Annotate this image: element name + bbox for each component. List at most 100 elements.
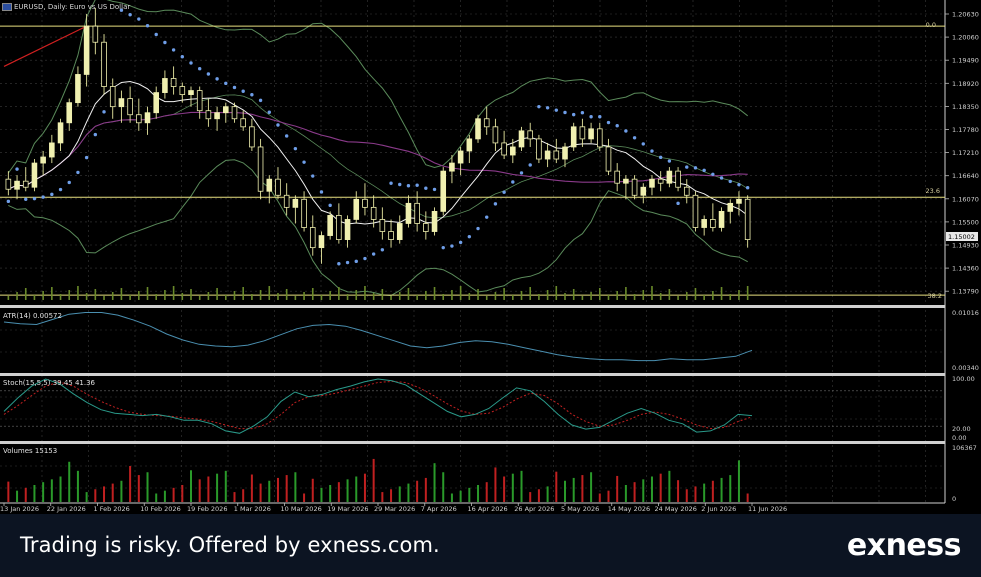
candle-body xyxy=(249,126,255,148)
volume-bar xyxy=(50,479,53,502)
price-tick-label: 1.17210 xyxy=(952,149,979,157)
sar-dot xyxy=(363,256,367,261)
date-axis: 13 Jan 2026 22 Jan 2026 1 Feb 2026 10 Feb 2… xyxy=(0,503,787,513)
sar-dot xyxy=(337,262,341,266)
sar-dot xyxy=(502,190,506,194)
volume-bar xyxy=(677,480,680,502)
main-volume-bar xyxy=(155,294,158,300)
volume-bar xyxy=(181,485,184,502)
chart-canvas[interactable]: EURUSD, Daily: Euro vs US Dollar ATR(14)… xyxy=(0,0,981,514)
date-tick-label: 11 Jun 2026 xyxy=(748,505,787,513)
candle-body xyxy=(492,126,499,144)
main-volume-bar xyxy=(746,286,749,300)
sar-dot xyxy=(737,182,741,187)
sar-dot xyxy=(632,136,637,140)
main-volume-bar xyxy=(668,289,671,300)
sar-dot xyxy=(511,180,515,184)
candle-body xyxy=(475,118,481,140)
volume-bar xyxy=(242,489,245,502)
main-volume-bar xyxy=(77,286,79,300)
candle-body xyxy=(405,202,412,224)
volume-bar xyxy=(398,486,401,502)
candle-body xyxy=(196,90,203,112)
candle-body xyxy=(718,210,725,228)
main-volume-bar xyxy=(425,291,427,300)
candle-body xyxy=(423,223,429,232)
volume-bar xyxy=(624,485,627,502)
volume-bar xyxy=(529,492,532,502)
volume-bar xyxy=(546,486,549,502)
volume-bar xyxy=(511,473,514,502)
main-volume-bar xyxy=(538,294,540,300)
volume-bar xyxy=(424,477,427,502)
candle-body xyxy=(510,146,516,156)
main-volume-bar xyxy=(103,296,105,300)
candle-body xyxy=(457,150,464,164)
main-volume-bar xyxy=(598,288,601,300)
candle-body xyxy=(49,142,55,158)
main-volume-bar xyxy=(381,289,384,300)
volume-bar xyxy=(468,487,471,502)
sar-dot xyxy=(441,245,445,250)
volume-bar xyxy=(642,479,645,502)
volume-bar xyxy=(198,479,201,502)
sar-dot xyxy=(180,54,185,59)
candle-body xyxy=(344,219,351,240)
date-tick-label: 1 Mar 2026 xyxy=(234,505,271,513)
volume-bar xyxy=(720,477,723,502)
chart-title: EURUSD, Daily: Euro vs US Dollar xyxy=(14,3,130,11)
sar-dot xyxy=(719,176,724,180)
sar-dot xyxy=(189,61,193,65)
sar-dot xyxy=(293,146,298,151)
date-tick-label: 19 Mar 2026 xyxy=(327,505,368,513)
volume-bar xyxy=(59,476,62,502)
price-tick-label: 1.15500 xyxy=(952,218,979,226)
sar-dot xyxy=(615,123,619,128)
volume-bar xyxy=(555,471,558,502)
main-volume-bar xyxy=(459,286,462,300)
date-tick-label: 14 May 2026 xyxy=(608,505,650,513)
main-volume-bar xyxy=(120,288,123,300)
atr-axis-top: 0.01016 xyxy=(952,309,979,317)
sar-dot xyxy=(476,226,480,231)
main-volume-bar xyxy=(164,290,166,300)
sar-dot xyxy=(398,182,402,187)
candle-body xyxy=(744,198,751,240)
sar-dot xyxy=(606,120,611,125)
sar-dot xyxy=(102,110,106,114)
candle-body xyxy=(222,106,229,114)
candle-body xyxy=(701,219,707,228)
candle-body xyxy=(275,178,281,196)
fib-label-23-6: 23.6 xyxy=(926,187,940,195)
price-tick-label: 1.20630 xyxy=(952,11,979,19)
date-tick-label: 26 Apr 2026 xyxy=(514,505,554,513)
volume-bar xyxy=(659,473,662,502)
volume-bar xyxy=(268,480,271,502)
main-volume-bar xyxy=(503,288,505,300)
candle-body xyxy=(266,178,273,192)
main-volume-bar xyxy=(555,286,558,300)
candle-body xyxy=(66,102,73,124)
volume-bar xyxy=(190,470,192,502)
volume-bar xyxy=(329,485,332,502)
date-tick-label: 10 Mar 2026 xyxy=(281,505,322,513)
volume-bar xyxy=(494,467,497,502)
candle-body xyxy=(414,202,420,224)
separator-main-atr xyxy=(0,305,945,308)
sar-dot xyxy=(745,186,750,190)
sar-dot xyxy=(685,165,689,169)
volume-bar xyxy=(250,474,253,502)
main-volume-bar xyxy=(129,295,131,300)
volume-bar xyxy=(311,478,314,502)
sar-dot xyxy=(389,181,393,185)
main-volume-bar xyxy=(355,290,358,300)
price-tick-label: 1.20060 xyxy=(952,34,979,42)
sar-dot xyxy=(702,168,706,173)
main-volume-bar xyxy=(616,291,618,300)
main-volume-bar xyxy=(216,288,218,300)
volume-bar xyxy=(111,483,114,502)
volume-bar xyxy=(155,493,158,502)
sar-dot xyxy=(450,244,454,248)
volume-bar xyxy=(42,482,45,502)
candle-body xyxy=(614,170,620,184)
